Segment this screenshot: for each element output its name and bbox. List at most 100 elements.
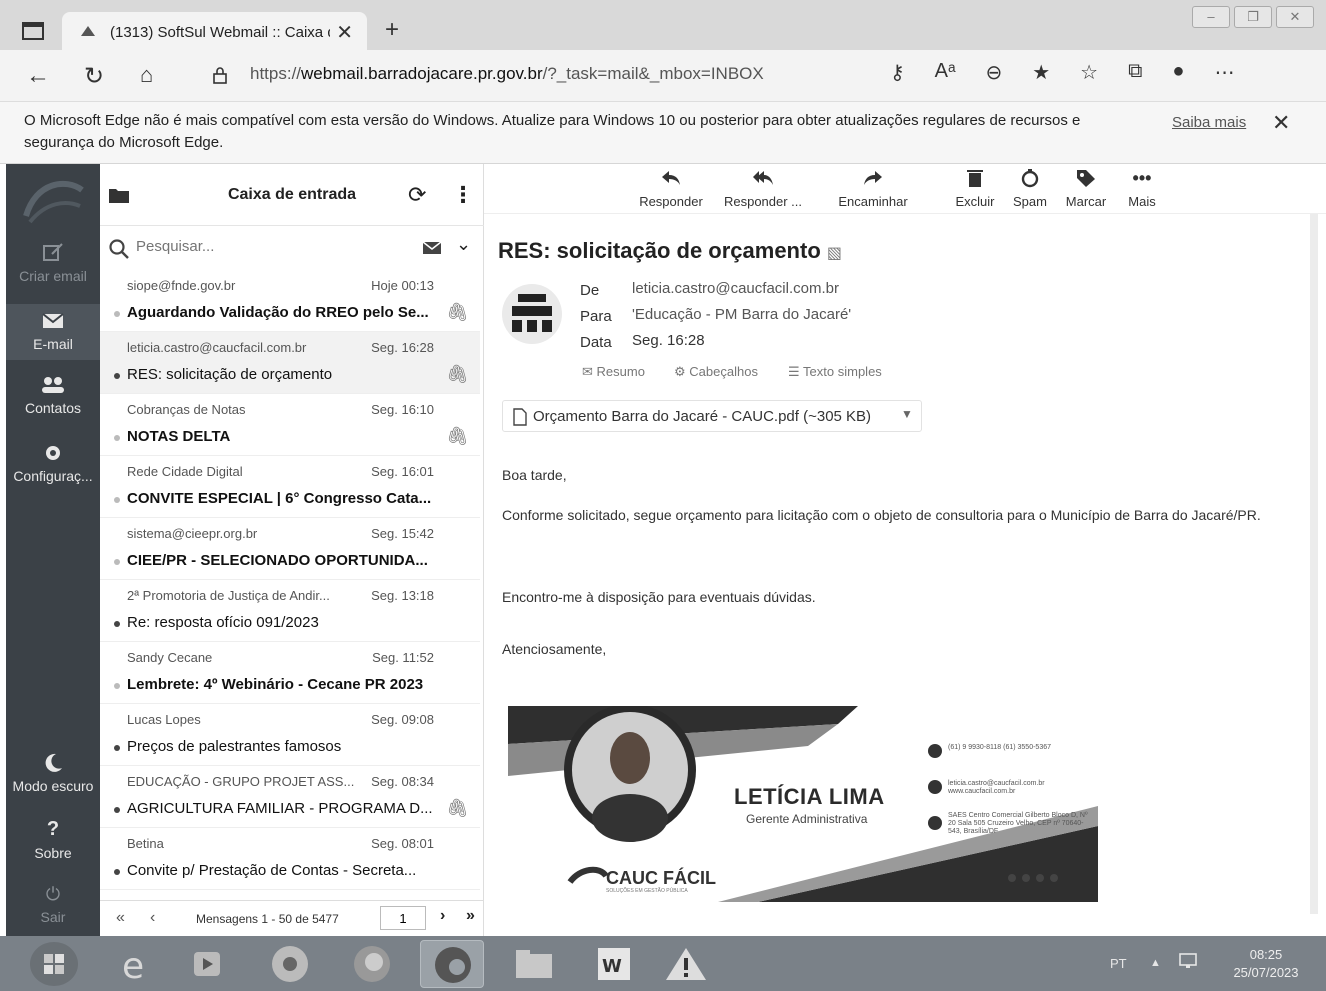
tag-icon bbox=[1077, 170, 1095, 187]
compose-icon bbox=[43, 243, 63, 261]
mark-button[interactable]: Marcar bbox=[1060, 164, 1112, 209]
close-tab-icon[interactable]: ✕ bbox=[336, 20, 353, 45]
envelope-filter-icon[interactable] bbox=[422, 240, 442, 256]
list-menu-icon[interactable]: ⋮ bbox=[452, 182, 474, 208]
chevron-down-icon[interactable]: ⌄ bbox=[456, 234, 471, 255]
list-item[interactable]: Sandy Cecane Seg. 11:52 Lembrete: 4º Web… bbox=[100, 642, 480, 704]
url-text: https://webmail.barradojacare.pr.gov.br/… bbox=[250, 64, 764, 83]
clock[interactable]: 08:25 25/07/2023 bbox=[1232, 946, 1300, 982]
edit-icon[interactable]: ▧ bbox=[827, 245, 842, 262]
collections-icon[interactable]: ⧉ bbox=[1128, 60, 1142, 85]
mark-label: Marcar bbox=[1065, 194, 1107, 209]
logout-button[interactable]: ⏻ Sair bbox=[6, 884, 100, 925]
compose-button[interactable]: Criar email bbox=[6, 242, 100, 284]
back-icon[interactable]: ← bbox=[26, 62, 50, 90]
spam-label: Spam bbox=[1013, 194, 1047, 209]
home-icon[interactable]: ⌂ bbox=[140, 62, 153, 88]
lock-icon bbox=[213, 67, 227, 84]
new-tab-button[interactable]: + bbox=[385, 16, 399, 44]
firefox-app[interactable] bbox=[340, 940, 404, 988]
language-indicator[interactable]: PT bbox=[1110, 936, 1127, 991]
profile-icon[interactable]: ● bbox=[1172, 60, 1184, 85]
power-icon: ⏻ bbox=[45, 884, 61, 904]
attachment-icon: 🖇 bbox=[446, 364, 469, 384]
body-greeting: Boa tarde, bbox=[502, 467, 567, 483]
list-item[interactable]: siope@fnde.gov.br Hoje 00:13 Aguardando … bbox=[100, 270, 480, 332]
from-value[interactable]: leticia.castro@caucfacil.com.br bbox=[632, 280, 839, 297]
reply-button[interactable]: Responder bbox=[634, 164, 708, 209]
tray-expand-icon[interactable]: ▲ bbox=[1150, 936, 1161, 991]
zoom-icon[interactable]: ⊖ bbox=[985, 60, 1002, 85]
nav-item-contacts[interactable]: Contatos bbox=[6, 374, 100, 416]
first-page-button[interactable]: « bbox=[116, 909, 125, 927]
start-button[interactable] bbox=[30, 942, 78, 986]
about-button[interactable]: ? Sobre bbox=[6, 818, 100, 861]
prev-page-button[interactable]: ‹ bbox=[150, 909, 155, 927]
message-date: Seg. 16:01 bbox=[371, 464, 434, 479]
browser-actions: ⚷ Aᵃ ⊖ ★ ☆ ⧉ ● ⋯ bbox=[890, 60, 1234, 85]
dark-mode-toggle[interactable]: Modo escuro bbox=[6, 752, 100, 794]
page-number-input[interactable] bbox=[380, 906, 426, 930]
headers-toggle[interactable]: ⚙ Cabeçalhos bbox=[674, 364, 758, 380]
more-button[interactable]: ••• Mais bbox=[1120, 164, 1164, 209]
favorite-star-icon[interactable]: ★ bbox=[1032, 60, 1050, 85]
list-item[interactable]: Cobranças de Notas Seg. 16:10 NOTAS DELT… bbox=[100, 394, 480, 456]
nav-item-email[interactable]: E-mail bbox=[6, 304, 100, 360]
search-input[interactable] bbox=[136, 238, 406, 255]
message-subject: RES: solicitação de orçamento bbox=[127, 366, 333, 383]
nav-item-settings[interactable]: Configuraç... bbox=[6, 442, 100, 484]
summary-toggle[interactable]: ✉ Resumo bbox=[582, 364, 645, 380]
date-label: Data bbox=[580, 334, 612, 351]
plain-text-toggle[interactable]: ☰ Texto simples bbox=[788, 364, 882, 380]
read-dot bbox=[114, 869, 120, 875]
list-item[interactable]: Betina Seg. 08:01 Convite p/ Prestação d… bbox=[100, 828, 480, 890]
globe-icon bbox=[928, 780, 942, 794]
list-item[interactable]: leticia.castro@caucfacil.com.br Seg. 16:… bbox=[100, 332, 480, 394]
attachment-icon: 🖇 bbox=[446, 798, 469, 818]
refresh-icon[interactable]: ⟳ bbox=[408, 182, 426, 208]
more-options-icon[interactable]: ⋯ bbox=[1214, 60, 1234, 85]
reload-icon[interactable]: ↻ bbox=[84, 62, 104, 91]
spam-button[interactable]: Spam bbox=[1006, 164, 1054, 209]
svg-text:W: W bbox=[602, 956, 622, 977]
chrome-app[interactable] bbox=[258, 940, 322, 988]
restore-icon[interactable]: ❐ bbox=[1234, 6, 1272, 28]
next-page-button[interactable]: › bbox=[440, 907, 445, 925]
message-date: Seg. 13:18 bbox=[371, 588, 434, 603]
close-window-icon[interactable]: ✕ bbox=[1276, 6, 1314, 28]
key-icon[interactable]: ⚷ bbox=[890, 60, 905, 85]
favorites-list-icon[interactable]: ☆ bbox=[1080, 60, 1098, 85]
alert-app[interactable] bbox=[654, 940, 718, 988]
chrome-icon bbox=[272, 946, 308, 982]
network-icon[interactable] bbox=[1178, 952, 1198, 970]
message-scrollbar[interactable] bbox=[1310, 214, 1318, 914]
last-page-button[interactable]: » bbox=[466, 907, 475, 925]
attachment-menu-icon[interactable]: ▼ bbox=[901, 407, 913, 421]
list-item[interactable]: Rede Cidade Digital Seg. 16:01 CONVITE E… bbox=[100, 456, 480, 518]
to-value[interactable]: 'Educação - PM Barra do Jacaré' bbox=[632, 306, 851, 323]
minimize-icon[interactable]: – bbox=[1192, 6, 1230, 28]
social-icons bbox=[1008, 874, 1058, 882]
delete-button[interactable]: Excluir bbox=[950, 164, 1000, 209]
list-item[interactable]: 2ª Promotoria de Justiça de Andir... Seg… bbox=[100, 580, 480, 642]
browser-tab[interactable]: (1313) SoftSul Webmail :: Caixa d ✕ bbox=[62, 12, 367, 50]
url-field[interactable]: https://webmail.barradojacare.pr.gov.br/… bbox=[190, 58, 890, 92]
word-app[interactable]: W bbox=[582, 940, 646, 988]
learn-more-link[interactable]: Saiba mais bbox=[1172, 114, 1246, 131]
forward-button[interactable]: Encaminhar bbox=[830, 164, 916, 209]
ie-app[interactable]: e bbox=[104, 940, 168, 988]
list-item[interactable]: EDUCAÇÃO - GRUPO PROJET ASS... Seg. 08:3… bbox=[100, 766, 480, 828]
read-aloud-icon[interactable]: Aᵃ bbox=[935, 60, 956, 85]
list-item[interactable]: Lucas Lopes Seg. 09:08 Preços de palestr… bbox=[100, 704, 480, 766]
media-player-app[interactable] bbox=[176, 940, 240, 988]
window-menu-icon[interactable] bbox=[22, 22, 44, 40]
attachment-item[interactable]: Orçamento Barra do Jacaré - CAUC.pdf (~3… bbox=[502, 400, 922, 432]
media-player-icon bbox=[194, 952, 220, 976]
reply-all-button[interactable]: Responder ... bbox=[718, 164, 808, 209]
list-item[interactable]: sistema@cieepr.org.br Seg. 15:42 CIEE/PR… bbox=[100, 518, 480, 580]
message-count: Mensagens 1 - 50 de 5477 bbox=[196, 912, 339, 926]
edge-app[interactable] bbox=[420, 940, 484, 988]
close-icon[interactable]: ✕ bbox=[1272, 110, 1290, 136]
message-sender: Rede Cidade Digital bbox=[127, 464, 243, 479]
explorer-app[interactable] bbox=[502, 940, 566, 988]
